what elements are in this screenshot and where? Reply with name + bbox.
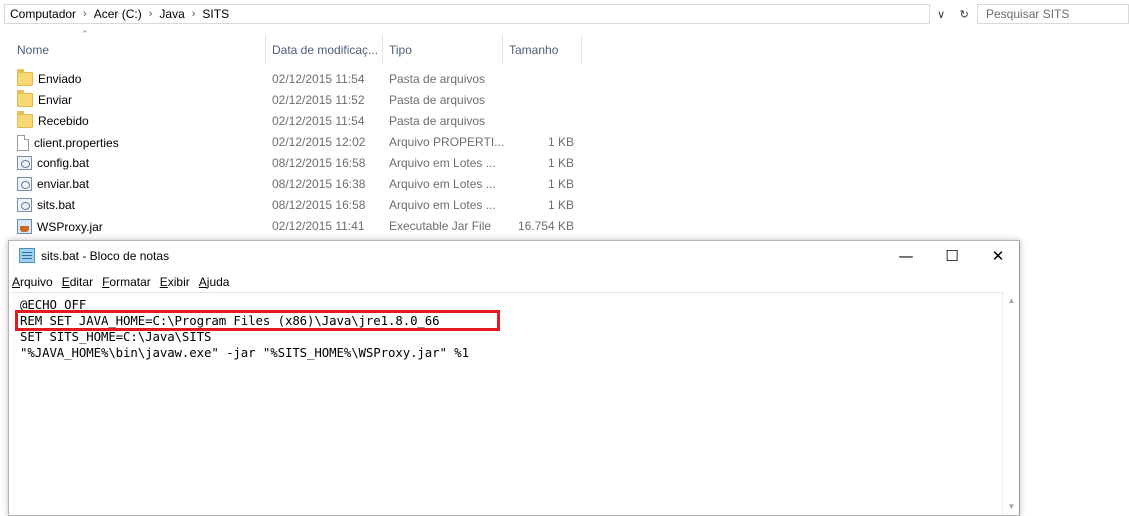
file-date: 08/12/2015 16:58 [272, 156, 366, 170]
file-date: 02/12/2015 11:54 [272, 114, 365, 128]
file-size: 1 KB [547, 156, 574, 170]
file-type: Arquivo em Lotes ... [389, 198, 496, 212]
file-type: Pasta de arquivos [389, 93, 486, 107]
code-line: "%JAVA_HOME%\bin\javaw.exe" -jar "%SITS_… [20, 345, 469, 360]
batch-file-icon [17, 177, 32, 191]
file-row[interactable]: Enviado 02/12/2015 11:54 Pasta de arquiv… [8, 69, 583, 90]
file-size: 1 KB [547, 198, 574, 212]
column-header-date[interactable]: Data de modificaç... [272, 38, 378, 62]
file-date: 08/12/2015 16:38 [272, 177, 366, 191]
search-input[interactable] [977, 4, 1129, 24]
refresh-icon[interactable]: ↻ [960, 8, 969, 21]
column-header-type[interactable]: Tipo [389, 38, 412, 62]
window-title: sits.bat - Bloco de notas [41, 249, 170, 263]
breadcrumb-item-drive[interactable]: Acer (C:) [94, 7, 142, 21]
file-row[interactable]: config.bat 08/12/2015 16:58 Arquivo em L… [8, 153, 583, 174]
breadcrumb-chevron-icon[interactable]: › [83, 8, 87, 20]
column-divider[interactable] [581, 34, 582, 64]
file-type: Executable Jar File [389, 219, 492, 233]
file-name: sits.bat [37, 198, 76, 212]
text-editor-area[interactable]: @ECHO OFF REM SET JAVA_HOME=C:\Program F… [11, 292, 1004, 515]
document-icon [17, 135, 29, 151]
file-name: Enviar [38, 93, 73, 107]
column-header-size[interactable]: Tamanho [509, 38, 558, 62]
vertical-scrollbar[interactable]: ▲ ▼ [1002, 292, 1019, 515]
sort-ascending-icon: ⌃ [81, 29, 89, 39]
column-header-name[interactable]: Nome [17, 38, 49, 62]
maximize-button[interactable]: ☐ [929, 241, 975, 271]
file-row[interactable]: sits.bat 08/12/2015 16:58 Arquivo em Lot… [8, 195, 583, 216]
breadcrumb-chevron-icon[interactable]: › [192, 8, 196, 20]
history-dropdown-icon[interactable]: ∨ [937, 8, 945, 21]
scroll-down-icon[interactable]: ▼ [1003, 498, 1020, 515]
address-controls: ∨ ↻ [930, 4, 976, 24]
menu-arquivo[interactable]: Arquivo [12, 275, 53, 289]
file-row[interactable]: Recebido 02/12/2015 11:54 Pasta de arqui… [8, 111, 583, 132]
file-date: 02/12/2015 11:54 [272, 72, 365, 86]
menu-editar[interactable]: Editar [62, 275, 93, 289]
notepad-app-icon[interactable] [19, 248, 35, 263]
column-divider[interactable] [265, 34, 266, 64]
file-name: Recebido [38, 114, 89, 128]
file-type: Arquivo PROPERTI... [389, 135, 505, 149]
highlight-annotation-box [15, 310, 500, 331]
address-bar-row: Computador › Acer (C:) › Java › SITS ∨ ↻ [0, 0, 1129, 27]
column-divider[interactable] [382, 34, 383, 64]
breadcrumb[interactable]: Computador › Acer (C:) › Java › SITS [4, 4, 930, 24]
file-name: WSProxy.jar [37, 219, 103, 234]
file-type: Arquivo em Lotes ... [389, 177, 496, 191]
file-name: client.properties [34, 136, 119, 150]
file-name: config.bat [37, 156, 90, 170]
file-name: enviar.bat [37, 177, 90, 191]
close-button[interactable]: ✕ [975, 241, 1021, 271]
folder-icon [17, 111, 33, 128]
file-size: 16.754 KB [517, 219, 574, 233]
file-type: Pasta de arquivos [389, 114, 486, 128]
menu-exibir[interactable]: Exibir [160, 275, 190, 289]
menu-bar: Arquivo Editar Formatar Exibir Ajuda [9, 272, 1019, 292]
batch-file-icon [17, 156, 32, 170]
file-date: 02/12/2015 11:52 [272, 93, 365, 107]
file-row[interactable]: WSProxy.jar 02/12/2015 11:41 Executable … [8, 216, 583, 237]
file-row[interactable]: enviar.bat 08/12/2015 16:38 Arquivo em L… [8, 174, 583, 195]
file-type: Arquivo em Lotes ... [389, 156, 496, 170]
file-date: 02/12/2015 12:02 [272, 135, 366, 149]
menu-formatar[interactable]: Formatar [102, 275, 151, 289]
notepad-titlebar[interactable]: sits.bat - Bloco de notas — ☐ ✕ [9, 241, 1019, 271]
folder-icon [17, 69, 33, 86]
file-row[interactable]: client.properties 02/12/2015 12:02 Arqui… [8, 132, 583, 153]
batch-file-icon [17, 198, 32, 212]
folder-icon [17, 90, 33, 107]
breadcrumb-item-computador[interactable]: Computador [10, 7, 76, 21]
file-date: 08/12/2015 16:58 [272, 198, 366, 212]
file-size: 1 KB [547, 135, 574, 149]
file-row[interactable]: Enviar 02/12/2015 11:52 Pasta de arquivo… [8, 90, 583, 111]
breadcrumb-chevron-icon[interactable]: › [149, 8, 153, 20]
breadcrumb-item-sits[interactable]: SITS [202, 7, 229, 21]
menu-ajuda[interactable]: Ajuda [199, 275, 230, 289]
minimize-button[interactable]: — [883, 241, 929, 271]
file-name: Enviado [38, 72, 82, 86]
file-date: 02/12/2015 11:41 [272, 219, 365, 233]
code-line: SET SITS_HOME=C:\Java\SITS [20, 329, 212, 344]
column-divider[interactable] [502, 34, 503, 64]
java-jar-icon [17, 219, 32, 234]
file-size: 1 KB [547, 177, 574, 191]
notepad-window: sits.bat - Bloco de notas — ☐ ✕ Arquivo … [8, 240, 1020, 516]
breadcrumb-item-java[interactable]: Java [159, 7, 184, 21]
file-type: Pasta de arquivos [389, 72, 486, 86]
scroll-up-icon[interactable]: ▲ [1003, 292, 1020, 309]
